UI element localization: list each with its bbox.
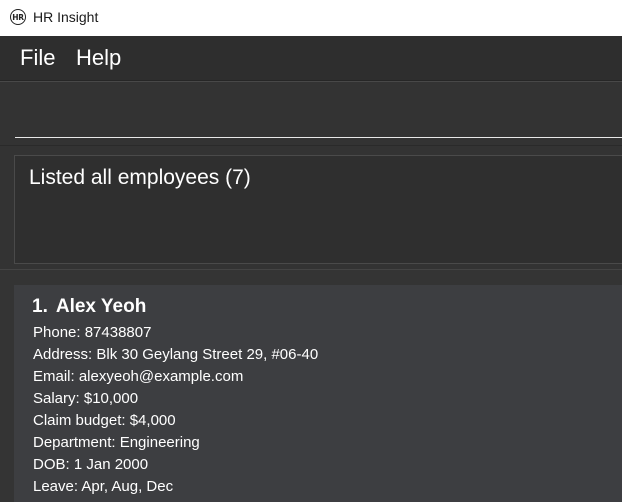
employee-index: 1. bbox=[32, 296, 48, 317]
menu-help[interactable]: Help bbox=[76, 45, 121, 71]
title-bar: HR HR Insight bbox=[0, 0, 622, 36]
employee-department: Department: Engineering bbox=[33, 434, 200, 451]
employee-dob: DOB: 1 Jan 2000 bbox=[33, 456, 149, 473]
result-display-panel: Listed all employees (7) bbox=[0, 145, 622, 269]
result-display-box[interactable]: Listed all employees (7) bbox=[14, 155, 622, 264]
app-window: HR HR Insight File Help Listed all emplo… bbox=[0, 0, 622, 502]
employee-salary: Salary: $10,000 bbox=[33, 390, 139, 407]
employee-name-row: 1. Alex Yeoh bbox=[32, 296, 146, 318]
employee-address: Address: Blk 30 Geylang Street 29, #06-4… bbox=[33, 346, 319, 363]
employee-card[interactable]: 1. Alex Yeoh Phone: 87438807 Address: Blk… bbox=[14, 285, 622, 502]
command-input[interactable] bbox=[15, 100, 622, 138]
employee-claim-budget: Claim budget: $4,000 bbox=[33, 412, 176, 429]
menu-file[interactable]: File bbox=[20, 45, 55, 71]
window-title: HR Insight bbox=[33, 9, 99, 25]
hr-logo-icon: HR bbox=[10, 9, 26, 25]
result-message: Listed all employees (7) bbox=[29, 166, 251, 189]
employee-list-panel[interactable]: 1. Alex Yeoh Phone: 87438807 Address: Blk… bbox=[0, 269, 622, 502]
employee-email: Email: alexyeoh@example.com bbox=[33, 368, 244, 385]
employee-leave: Leave: Apr, Aug, Dec bbox=[33, 478, 174, 495]
employee-phone: Phone: 87438807 bbox=[33, 324, 152, 341]
menu-bar: File Help bbox=[0, 36, 622, 81]
command-box-panel bbox=[0, 81, 622, 145]
employee-name: Alex Yeoh bbox=[55, 296, 147, 317]
